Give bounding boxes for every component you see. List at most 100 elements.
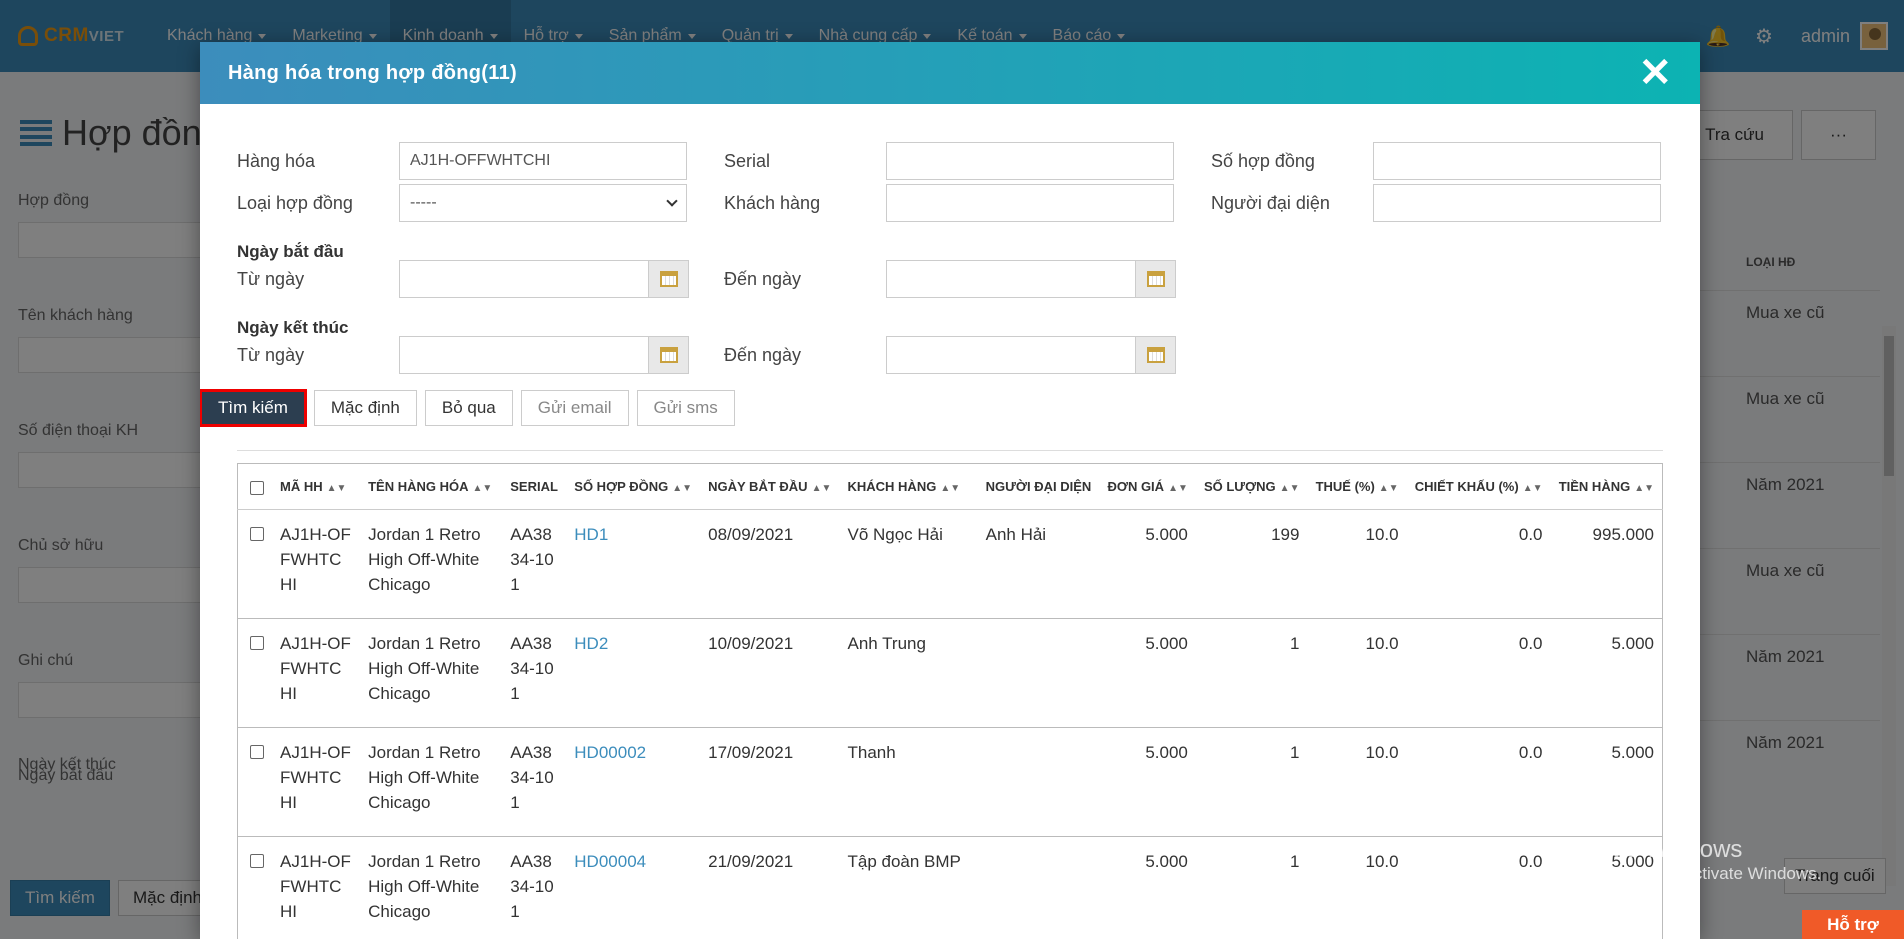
field-start-to: Đến ngày: [724, 260, 1176, 298]
field-representative: Người đại diện: [1211, 184, 1661, 222]
table-row[interactable]: AJ1H-OFFWHTCHI Jordan 1 Retro High Off-W…: [237, 618, 1663, 728]
field-end-to: Đến ngày: [724, 336, 1176, 374]
date-picker: [886, 260, 1176, 298]
cell-name: Jordan 1 Retro High Off-White Chicago: [360, 727, 503, 837]
modal-header: Hàng hóa trong hợp đồng(11) ✕: [200, 42, 1700, 104]
end-from-input[interactable]: [399, 336, 649, 374]
col-name[interactable]: TÊN HÀNG HÓA ▲▼: [360, 463, 503, 510]
cell-tax: 10.0: [1307, 727, 1407, 837]
calendar-button[interactable]: [649, 336, 689, 374]
cell-unit-price: 5.000: [1099, 836, 1196, 939]
field-label: Người đại diện: [1211, 192, 1330, 213]
calendar-icon: [1146, 271, 1165, 287]
cell-quantity: 199: [1195, 509, 1308, 619]
field-product: Hàng hóa: [237, 142, 687, 180]
start-to-input[interactable]: [886, 260, 1136, 298]
modal-title: Hàng hóa trong hợp đồng(11): [228, 61, 517, 84]
sort-icon: ▲▼: [811, 483, 832, 494]
action-buttons: Tìm kiếm Mặc định Bỏ qua Gửi email Gửi s…: [200, 389, 735, 427]
col-label: ĐƠN GIÁ: [1107, 479, 1165, 494]
calendar-button[interactable]: [1136, 260, 1176, 298]
col-customer[interactable]: KHÁCH HÀNG ▲▼: [839, 463, 978, 510]
cell-start-date: 08/09/2021: [700, 509, 840, 619]
results-table-wrap: MÃ HH ▲▼ TÊN HÀNG HÓA ▲▼ SERIAL SỐ HỢP ĐỒN…: [237, 450, 1663, 939]
cell-unit-price: 5.000: [1099, 618, 1196, 728]
field-label: Từ ngày: [237, 268, 305, 289]
end-date-section: Ngày kết thúc: [237, 318, 349, 337]
field-label: Loại hợp đồng: [237, 192, 353, 213]
cell-quantity: 1: [1195, 836, 1308, 939]
field-contract-type: Loại hợp đồng -----: [237, 184, 687, 222]
cell-representative: [977, 836, 1100, 939]
cell-representative: Anh Hải: [977, 509, 1100, 619]
col-contract[interactable]: SỐ HỢP ĐỒNG ▲▼: [566, 463, 701, 510]
cell-code: AJ1H-OFFWHTCHI: [272, 727, 361, 837]
calendar-icon: [659, 271, 678, 287]
cell-contract-link[interactable]: HD2: [566, 618, 701, 728]
close-icon[interactable]: ✕: [1638, 53, 1672, 93]
contract-no-input[interactable]: [1373, 142, 1661, 180]
support-button[interactable]: Hỗ trợ: [1802, 910, 1904, 939]
sort-icon: ▲▼: [1279, 483, 1300, 494]
contract-type-select[interactable]: -----: [399, 184, 687, 222]
col-label: TÊN HÀNG HÓA: [368, 479, 469, 494]
cell-code: AJ1H-OFFWHTCHI: [272, 836, 361, 939]
table-row[interactable]: AJ1H-OFFWHTCHI Jordan 1 Retro High Off-W…: [237, 836, 1663, 939]
calendar-button[interactable]: [649, 260, 689, 298]
col-quantity[interactable]: SỐ LƯỢNG ▲▼: [1195, 463, 1308, 510]
row-checkbox[interactable]: [250, 854, 264, 868]
cell-contract-link[interactable]: HD1: [566, 509, 701, 619]
col-tax[interactable]: THUẾ (%) ▲▼: [1307, 463, 1407, 510]
watermark-line2: Go to Settings to activate Windows.: [1553, 864, 1822, 883]
end-to-input[interactable]: [886, 336, 1136, 374]
send-email-button[interactable]: Gửi email: [520, 390, 629, 426]
date-picker: [886, 336, 1176, 374]
row-checkbox[interactable]: [250, 636, 264, 650]
cell-contract-link[interactable]: HD00004: [566, 836, 701, 939]
cell-contract-link[interactable]: HD00002: [566, 727, 701, 837]
col-code[interactable]: MÃ HH ▲▼: [272, 463, 361, 510]
cell-representative: [977, 618, 1100, 728]
col-label: SỐ LƯỢNG: [1203, 479, 1276, 494]
field-label: Khách hàng: [724, 192, 821, 213]
search-button[interactable]: Tìm kiếm: [200, 389, 307, 427]
cell-start-date: 10/09/2021: [700, 618, 840, 728]
cell-discount: 0.0: [1406, 727, 1551, 837]
cell-tax: 10.0: [1307, 836, 1407, 939]
product-input[interactable]: [399, 142, 687, 180]
serial-input[interactable]: [886, 142, 1174, 180]
field-label: Hàng hóa: [237, 150, 316, 171]
default-button[interactable]: Mặc định: [313, 390, 417, 426]
col-label: THUẾ (%): [1315, 479, 1375, 494]
sort-icon: ▲▼: [1634, 483, 1654, 494]
row-checkbox[interactable]: [250, 745, 264, 759]
col-label: KHÁCH HÀNG: [847, 479, 937, 494]
field-label: Đến ngày: [724, 344, 802, 365]
col-start-date[interactable]: NGÀY BẮT ĐẦU ▲▼: [700, 463, 840, 510]
col-discount[interactable]: CHIẾT KHẤU (%) ▲▼: [1406, 463, 1551, 510]
start-from-input[interactable]: [399, 260, 649, 298]
cell-quantity: 1: [1195, 727, 1308, 837]
row-checkbox[interactable]: [250, 527, 264, 541]
sort-icon: ▲▼: [940, 483, 961, 494]
watermark-line1: Activate Windows: [1553, 836, 1743, 863]
representative-input[interactable]: [1373, 184, 1661, 222]
cell-serial: AA3834-101: [502, 727, 567, 837]
customer-input[interactable]: [886, 184, 1174, 222]
col-unit-price[interactable]: ĐƠN GIÁ ▲▼: [1099, 463, 1196, 510]
field-label: Serial: [724, 150, 771, 171]
select-all-checkbox[interactable]: [250, 480, 264, 495]
table-row[interactable]: AJ1H-OFFWHTCHI Jordan 1 Retro High Off-W…: [237, 509, 1663, 619]
table-row[interactable]: AJ1H-OFFWHTCHI Jordan 1 Retro High Off-W…: [237, 727, 1663, 837]
col-amount[interactable]: TIỀN HÀNG ▲▼: [1550, 463, 1663, 510]
field-label: Đến ngày: [724, 268, 802, 289]
col-label: MÃ HH: [280, 479, 323, 494]
calendar-button[interactable]: [1136, 336, 1176, 374]
cell-amount: 995.000: [1550, 509, 1663, 619]
send-sms-button[interactable]: Gửi sms: [636, 390, 735, 426]
row-select-cell: [237, 727, 273, 837]
cell-amount: 5.000: [1550, 727, 1663, 837]
cell-serial: AA3834-101: [502, 836, 567, 939]
cell-unit-price: 5.000: [1099, 727, 1196, 837]
skip-button[interactable]: Bỏ qua: [424, 390, 513, 426]
